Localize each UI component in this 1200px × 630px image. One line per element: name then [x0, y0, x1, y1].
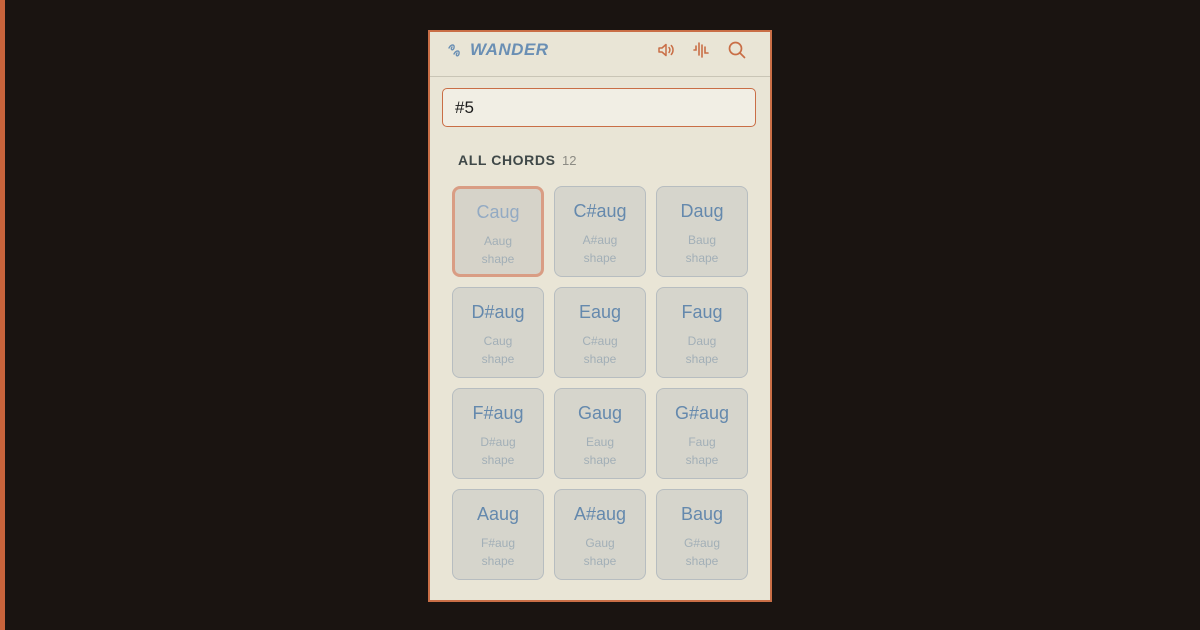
chord-shape-name: Aaug: [483, 234, 513, 248]
chord-shape-label: shape: [481, 252, 515, 266]
chord-shape-info: Faug shape: [657, 433, 747, 469]
chord-shape-info: Aaug shape: [455, 232, 541, 268]
chord-name: Gaug: [577, 403, 623, 423]
chord-shape-info: Eaug shape: [555, 433, 645, 469]
chord-name: F#aug: [472, 403, 524, 423]
chord-search-field[interactable]: [442, 88, 756, 127]
chord-shape-info: Gaug shape: [555, 534, 645, 570]
chord-tile[interactable]: Caug Aaug shape: [452, 186, 544, 277]
search-icon[interactable]: [727, 40, 747, 60]
app-panel: WANDER ALL CHORDS 12 Ca: [428, 30, 772, 602]
chord-tile[interactable]: Gaug Eaug shape: [554, 388, 646, 479]
chord-shape-info: F#aug shape: [453, 534, 543, 570]
brand-logo-icon: [447, 42, 463, 58]
chord-tile[interactable]: C#aug A#aug shape: [554, 186, 646, 277]
left-accent-bar: [0, 0, 5, 630]
chord-shape-name: Eaug: [585, 435, 615, 449]
chord-shape-label: shape: [685, 251, 719, 265]
chord-name: Aaug: [476, 504, 520, 524]
chord-name: Faug: [681, 302, 723, 322]
chord-shape-info: G#aug shape: [657, 534, 747, 570]
chord-tile[interactable]: Aaug F#aug shape: [452, 489, 544, 580]
chord-shape-name: Daug: [687, 334, 717, 348]
chord-shape-label: shape: [583, 554, 617, 568]
chord-shape-label: shape: [583, 352, 617, 366]
app-title[interactable]: WANDER: [470, 40, 549, 60]
chord-name: Caug: [476, 202, 520, 222]
search-input[interactable]: [443, 89, 755, 126]
chord-shape-label: shape: [583, 251, 617, 265]
chord-tile[interactable]: Faug Daug shape: [656, 287, 748, 378]
chord-tile[interactable]: D#aug Caug shape: [452, 287, 544, 378]
chord-grid: Caug Aaug shape C#aug A#aug shape Daug Baug shap…: [452, 186, 748, 580]
section-title: ALL CHORDS: [458, 152, 556, 168]
chord-shape-label: shape: [481, 453, 515, 467]
speaker-icon[interactable]: [656, 40, 676, 60]
chord-tile[interactable]: G#aug Faug shape: [656, 388, 748, 479]
chord-name: D#aug: [471, 302, 525, 322]
chord-shape-name: G#aug: [683, 536, 721, 550]
chord-name: C#aug: [573, 201, 627, 221]
chord-shape-info: Daug shape: [657, 332, 747, 368]
chord-shape-name: Faug: [688, 435, 716, 449]
chord-name: Eaug: [578, 302, 622, 322]
chord-tile[interactable]: Daug Baug shape: [656, 186, 748, 277]
chord-shape-name: Caug: [483, 334, 513, 348]
chord-name: Daug: [680, 201, 724, 221]
chord-tile[interactable]: F#aug D#aug shape: [452, 388, 544, 479]
chord-tile[interactable]: A#aug Gaug shape: [554, 489, 646, 580]
chord-shape-name: Baug: [687, 233, 717, 247]
chord-shape-label: shape: [685, 453, 719, 467]
chord-name: Baug: [680, 504, 724, 524]
chord-shape-name: D#aug: [480, 435, 516, 449]
chord-shape-label: shape: [685, 554, 719, 568]
chord-shape-info: D#aug shape: [453, 433, 543, 469]
chord-shape-name: F#aug: [480, 536, 516, 550]
top-bar: WANDER: [430, 32, 770, 77]
chord-name: A#aug: [573, 504, 627, 524]
chord-shape-info: Caug shape: [453, 332, 543, 368]
chord-shape-label: shape: [583, 453, 617, 467]
chord-shape-label: shape: [481, 352, 515, 366]
chord-shape-info: C#aug shape: [555, 332, 645, 368]
chord-shape-info: A#aug shape: [555, 231, 645, 267]
chord-shape-name: C#aug: [582, 334, 618, 348]
chord-tile[interactable]: Eaug C#aug shape: [554, 287, 646, 378]
chord-name: G#aug: [674, 403, 730, 423]
chord-shape-name: Gaug: [585, 536, 615, 550]
section-count: 12: [562, 153, 577, 168]
waveform-icon[interactable]: [691, 40, 711, 60]
chord-shape-name: A#aug: [582, 233, 618, 247]
chord-shape-label: shape: [481, 554, 515, 568]
chord-shape-label: shape: [685, 352, 719, 366]
chord-tile[interactable]: Baug G#aug shape: [656, 489, 748, 580]
chord-shape-info: Baug shape: [657, 231, 747, 267]
